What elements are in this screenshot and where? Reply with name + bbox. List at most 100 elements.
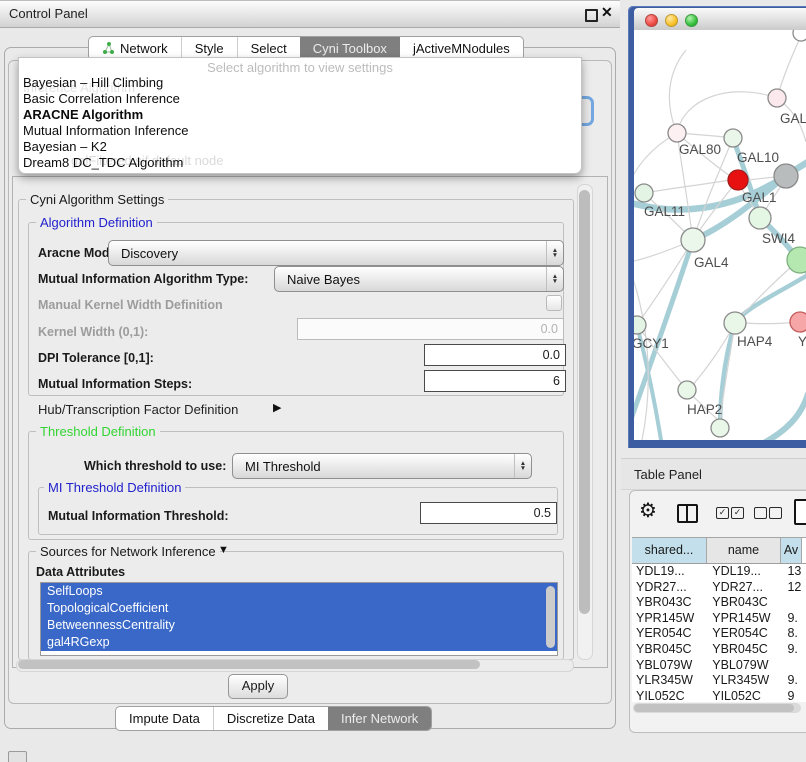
control-panel-titlebar: Control Panel ✕ <box>0 0 620 28</box>
mi-steps-field[interactable]: 6 <box>424 370 566 392</box>
node-label: GCY1 <box>634 336 669 351</box>
edge <box>669 50 686 133</box>
node[interactable] <box>793 30 806 41</box>
table-row[interactable]: YLR345WYLR345W9. <box>632 673 806 689</box>
expand-arrow-icon[interactable]: ▶ <box>273 401 281 414</box>
edge <box>748 177 775 180</box>
dropdown-item[interactable]: Mutual Information Inference <box>23 123 188 138</box>
table-panel-title: Table Panel <box>634 467 702 482</box>
node-gray[interactable] <box>774 164 798 188</box>
table-row[interactable]: YIL052CYIL052C9 <box>632 689 806 702</box>
edge <box>634 133 677 182</box>
mi-steps-label: Mutual Information Steps: <box>38 377 192 391</box>
kernel-width-field[interactable]: 0.0 <box>297 318 564 340</box>
close-window-icon[interactable] <box>645 14 658 27</box>
column-header-shared-name[interactable]: shared... <box>632 538 707 563</box>
node-gal4[interactable] <box>681 228 705 252</box>
settings-hscrollbar-thumb[interactable] <box>18 660 480 669</box>
node-swi4[interactable] <box>749 207 771 229</box>
zoom-window-icon[interactable] <box>685 14 698 27</box>
select-all-icon[interactable]: ✓ <box>716 507 729 519</box>
new-table-icon[interactable] <box>794 499 806 525</box>
dropdown-item[interactable]: Bayesian – K2 <box>23 139 107 154</box>
node-gal11[interactable] <box>635 184 653 202</box>
select-all-icon[interactable]: ✓ <box>731 507 744 519</box>
close-icon[interactable]: ✕ <box>601 4 613 21</box>
stepper-icon: ▲▼ <box>514 454 531 478</box>
apply-button[interactable]: Apply <box>228 674 288 699</box>
table-hscrollbar[interactable] <box>633 703 801 713</box>
table-row[interactable]: YER054CYER054C8. <box>632 626 806 642</box>
tab-discretize-data[interactable]: Discretize Data <box>213 707 328 730</box>
threshold-definition-title: Threshold Definition <box>36 424 160 439</box>
table-row[interactable]: YBR045CYBR045C9. <box>632 642 806 658</box>
node-green-large[interactable] <box>787 247 806 273</box>
node-label: GAL1 <box>742 190 777 205</box>
tab-infer-network[interactable]: Infer Network <box>328 707 431 730</box>
column-header-partial[interactable]: Av <box>781 538 802 563</box>
edge <box>677 92 777 133</box>
which-threshold-combo[interactable]: MI Threshold ▲▼ <box>232 453 532 479</box>
node-hap2[interactable] <box>678 381 696 399</box>
dpi-tolerance-field[interactable]: 0.0 <box>424 344 566 366</box>
node-label: HAP2 <box>687 402 722 417</box>
node-gcy1[interactable] <box>634 316 646 334</box>
node-label: SWI4 <box>762 231 795 246</box>
edge <box>644 180 730 193</box>
manual-kernel-width-checkbox[interactable] <box>546 295 562 311</box>
node-gal10[interactable] <box>724 129 742 147</box>
minimize-window-icon[interactable] <box>665 14 678 27</box>
dropdown-item[interactable]: Bayesian – Hill Climbing <box>23 75 163 90</box>
node-hap4[interactable] <box>724 312 746 334</box>
node-salmon[interactable] <box>790 312 806 332</box>
column-header-name[interactable]: name <box>707 538 781 563</box>
network-window-titlebar[interactable] <box>634 8 806 31</box>
mi-algorithm-type-combo[interactable]: Naive Bayes ▲▼ <box>274 266 564 292</box>
table-row[interactable]: YPR145WYPR145W9. <box>632 611 806 627</box>
list-vscrollbar-thumb[interactable] <box>546 586 555 648</box>
node-table: shared... name Av YDL19...YDL19...13 YDR… <box>632 537 806 702</box>
dropdown-item[interactable]: Dream8 DC_TDC Algorithm <box>23 155 183 170</box>
mi-threshold-title: MI Threshold Definition <box>44 480 185 495</box>
split-view-icon[interactable] <box>677 504 698 523</box>
node-label: HAP4 <box>737 334 773 349</box>
tab-impute-data[interactable]: Impute Data <box>116 707 213 730</box>
mi-threshold-field[interactable]: 0.5 <box>420 502 557 524</box>
table-row[interactable]: YDL19...YDL19...13 <box>632 564 806 580</box>
hub-definition-label[interactable]: Hub/Transcription Factor Definition <box>38 402 238 417</box>
gear-icon[interactable]: ⚙ <box>639 501 657 521</box>
table-row[interactable]: YDR27...YDR27...12 <box>632 580 806 596</box>
table-row[interactable]: YBL079WYBL079W <box>632 658 806 674</box>
network-canvas[interactable]: GAL GAL80 GAL10 GAL1 GAL11 SWI4 GAL4 GCY… <box>634 30 806 440</box>
dropdown-item-selected[interactable]: ARACNE Algorithm <box>23 107 143 122</box>
node-gal1-red[interactable] <box>728 170 748 190</box>
list-item[interactable]: gal4RGexp <box>41 634 557 651</box>
deselect-all-icon[interactable] <box>769 507 782 519</box>
settings-vscrollbar-thumb[interactable] <box>579 190 590 614</box>
kernel-width-label: Kernel Width (0,1): <box>38 325 148 339</box>
aracne-mode-combo[interactable]: Discovery ▲▼ <box>108 240 564 266</box>
table-hscrollbar-thumb[interactable] <box>634 704 794 712</box>
edge <box>637 240 693 325</box>
minimized-panel-icon[interactable] <box>8 751 27 762</box>
list-item[interactable]: SelfLoops <box>41 583 557 600</box>
table-row[interactable]: YBR043CYBR043C <box>632 595 806 611</box>
list-item[interactable]: BetweennessCentrality <box>41 617 557 634</box>
node[interactable] <box>711 419 729 437</box>
data-attributes-list: SelfLoops TopologicalCoefficient Between… <box>40 582 558 656</box>
dropdown-item[interactable]: Basic Correlation Inference <box>23 91 180 106</box>
sources-title[interactable]: Sources for Network Inference <box>36 544 220 559</box>
mi-algorithm-type-label: Mutual Information Algorithm Type: <box>38 272 248 286</box>
dropdown-placeholder: Select algorithm to view settings <box>19 60 581 75</box>
float-panel-icon[interactable] <box>585 9 598 22</box>
deselect-all-icon[interactable] <box>754 507 767 519</box>
node-gal80[interactable] <box>668 124 686 142</box>
collapse-arrow-icon[interactable]: ▼ <box>218 544 229 556</box>
bottom-tabbar: Impute Data Discretize Data Infer Networ… <box>115 706 432 731</box>
list-item[interactable]: TopologicalCoefficient <box>41 600 557 617</box>
node-gal[interactable] <box>768 89 786 107</box>
table-panel-titlebar: Table Panel <box>621 458 806 490</box>
dpi-tolerance-label: DPI Tolerance [0,1]: <box>38 351 154 365</box>
network-icon <box>102 42 115 55</box>
control-panel-title: Control Panel <box>9 6 88 21</box>
